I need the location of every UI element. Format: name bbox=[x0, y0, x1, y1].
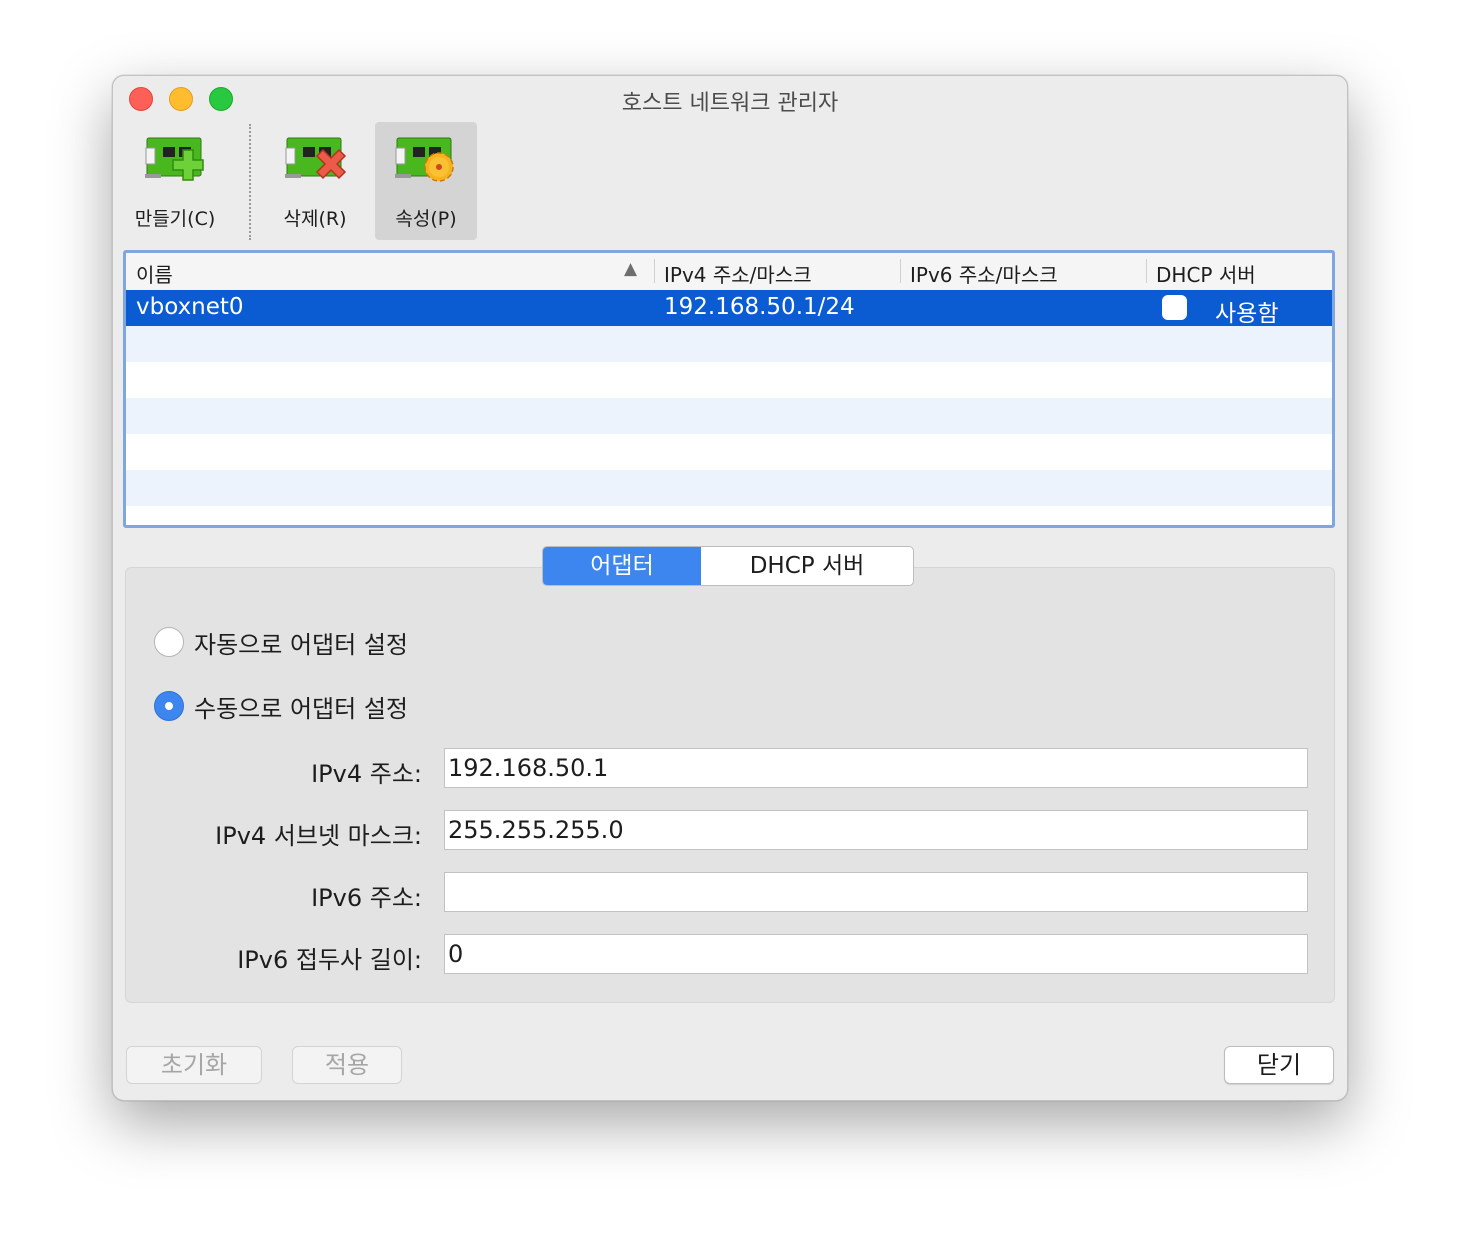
manual-config-label[interactable]: 수동으로 어댑터 설정 bbox=[194, 689, 408, 724]
title-bar: 호스트 네트워크 관리자 bbox=[113, 76, 1347, 120]
sort-ascending-icon: ▲ bbox=[624, 259, 638, 279]
close-button[interactable]: 닫기 bbox=[1224, 1046, 1334, 1084]
apply-button[interactable]: 적용 bbox=[292, 1046, 402, 1084]
row-name: vboxnet0 bbox=[136, 294, 244, 320]
ipv4-mask-field[interactable]: 255.255.255.0 bbox=[444, 810, 1308, 850]
column-divider bbox=[900, 259, 901, 283]
tab-dhcp-server[interactable]: DHCP 서버 bbox=[701, 547, 913, 585]
delete-label: 삭제(R) bbox=[283, 208, 347, 230]
table-header: 이름 ▲ IPv4 주소/마스크 IPv6 주소/마스크 DHCP 서버 bbox=[126, 253, 1332, 291]
empty-row bbox=[126, 434, 1332, 470]
host-network-manager-window: 호스트 네트워크 관리자 만들기(C) 삭제(R) 속성(P) 이름 ▲ IPv… bbox=[112, 75, 1348, 1101]
network-card-remove-icon bbox=[285, 137, 347, 180]
column-name[interactable]: 이름 bbox=[136, 259, 173, 288]
network-card-properties-icon bbox=[395, 137, 454, 182]
auto-config-radio[interactable] bbox=[154, 627, 184, 657]
column-ipv4[interactable]: IPv4 주소/마스크 bbox=[664, 259, 812, 288]
empty-row bbox=[126, 398, 1332, 434]
empty-row bbox=[126, 470, 1332, 506]
column-divider bbox=[654, 259, 655, 283]
ipv4-address-field[interactable]: 192.168.50.1 bbox=[444, 748, 1308, 788]
reset-button[interactable]: 초기화 bbox=[126, 1046, 262, 1084]
window-title: 호스트 네트워크 관리자 bbox=[621, 91, 839, 116]
manual-config-radio[interactable] bbox=[154, 691, 184, 721]
dhcp-enable-label: 사용함 bbox=[1215, 301, 1279, 327]
empty-row bbox=[126, 362, 1332, 398]
column-divider bbox=[1146, 259, 1147, 283]
create-button[interactable]: 만들기(C) bbox=[125, 122, 225, 240]
adapter-settings-panel: 자동으로 어댑터 설정 수동으로 어댑터 설정 IPv4 주소: 192.168… bbox=[125, 567, 1335, 1003]
ipv6-address-field[interactable] bbox=[444, 872, 1308, 912]
network-table[interactable]: 이름 ▲ IPv4 주소/마스크 IPv6 주소/마스크 DHCP 서버 vbo… bbox=[123, 250, 1335, 528]
column-dhcp[interactable]: DHCP 서버 bbox=[1156, 259, 1256, 288]
toolbar-separator bbox=[249, 124, 251, 240]
network-card-add-icon bbox=[145, 137, 204, 181]
tab-adapter[interactable]: 어댑터 bbox=[543, 547, 701, 585]
table-row[interactable]: vboxnet0 192.168.50.1/24 사용함 bbox=[126, 290, 1332, 327]
ipv6-prefix-label: IPv6 접두사 길이: bbox=[237, 946, 422, 974]
column-ipv6[interactable]: IPv6 주소/마스크 bbox=[910, 259, 1058, 288]
ipv4-address-label: IPv4 주소: bbox=[311, 760, 422, 788]
auto-config-label[interactable]: 자동으로 어댑터 설정 bbox=[194, 625, 408, 660]
row-ipv4: 192.168.50.1/24 bbox=[664, 294, 855, 320]
settings-tabs: 어댑터 DHCP 서버 bbox=[542, 546, 914, 586]
empty-row bbox=[126, 326, 1332, 362]
ipv4-mask-label: IPv4 서브넷 마스크: bbox=[215, 822, 422, 850]
ipv6-prefix-field[interactable]: 0 bbox=[444, 934, 1308, 974]
properties-label: 속성(P) bbox=[395, 208, 457, 230]
dhcp-enable-checkbox[interactable] bbox=[1162, 295, 1187, 320]
delete-button[interactable]: 삭제(R) bbox=[265, 122, 365, 240]
create-label: 만들기(C) bbox=[134, 208, 216, 230]
properties-button[interactable]: 속성(P) bbox=[375, 122, 477, 240]
ipv6-address-label: IPv6 주소: bbox=[311, 884, 422, 912]
toolbar: 만들기(C) 삭제(R) 속성(P) bbox=[113, 120, 1347, 244]
